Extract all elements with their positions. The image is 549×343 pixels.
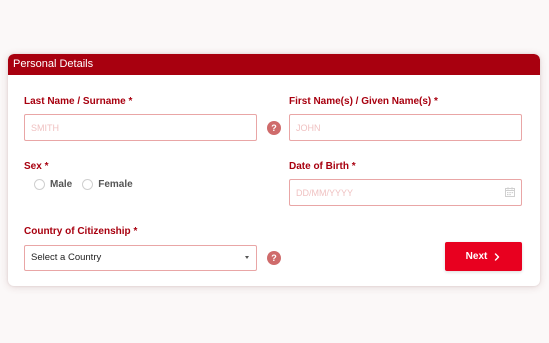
citizenship-selected-value: Select a Country [31,252,102,263]
card-header-title: Personal Details [8,54,540,75]
sex-option-male[interactable]: Male [34,179,72,190]
female-label: Female [98,179,133,190]
next-button[interactable]: Next [445,242,522,271]
chevron-right-icon [495,252,500,261]
sex-label: Sex * [24,161,49,172]
first-name-label: First Name(s) / Given Name(s) * [289,96,438,107]
male-label: Male [50,179,73,190]
dob-label: Date of Birth * [289,161,356,172]
last-name-help-icon[interactable]: ? [267,121,281,135]
next-button-label: Next [465,251,488,262]
sex-radio-group: Male Female [34,179,143,190]
first-name-input[interactable] [289,114,522,141]
last-name-input[interactable] [24,114,257,141]
personal-details-card: Personal Details Last Name / Surname * ?… [8,54,540,286]
caret-down-icon [245,256,249,259]
citizenship-select[interactable]: Select a Country [24,245,257,271]
calendar-icon[interactable] [505,187,515,197]
male-radio[interactable] [34,179,45,190]
sex-option-female[interactable]: Female [82,179,133,190]
citizenship-label: Country of Citizenship * [24,226,138,237]
last-name-label: Last Name / Surname * [24,96,133,107]
dob-field [289,179,522,206]
citizenship-help-icon[interactable]: ? [267,251,281,265]
dob-input[interactable] [290,180,502,205]
female-radio[interactable] [82,179,94,190]
